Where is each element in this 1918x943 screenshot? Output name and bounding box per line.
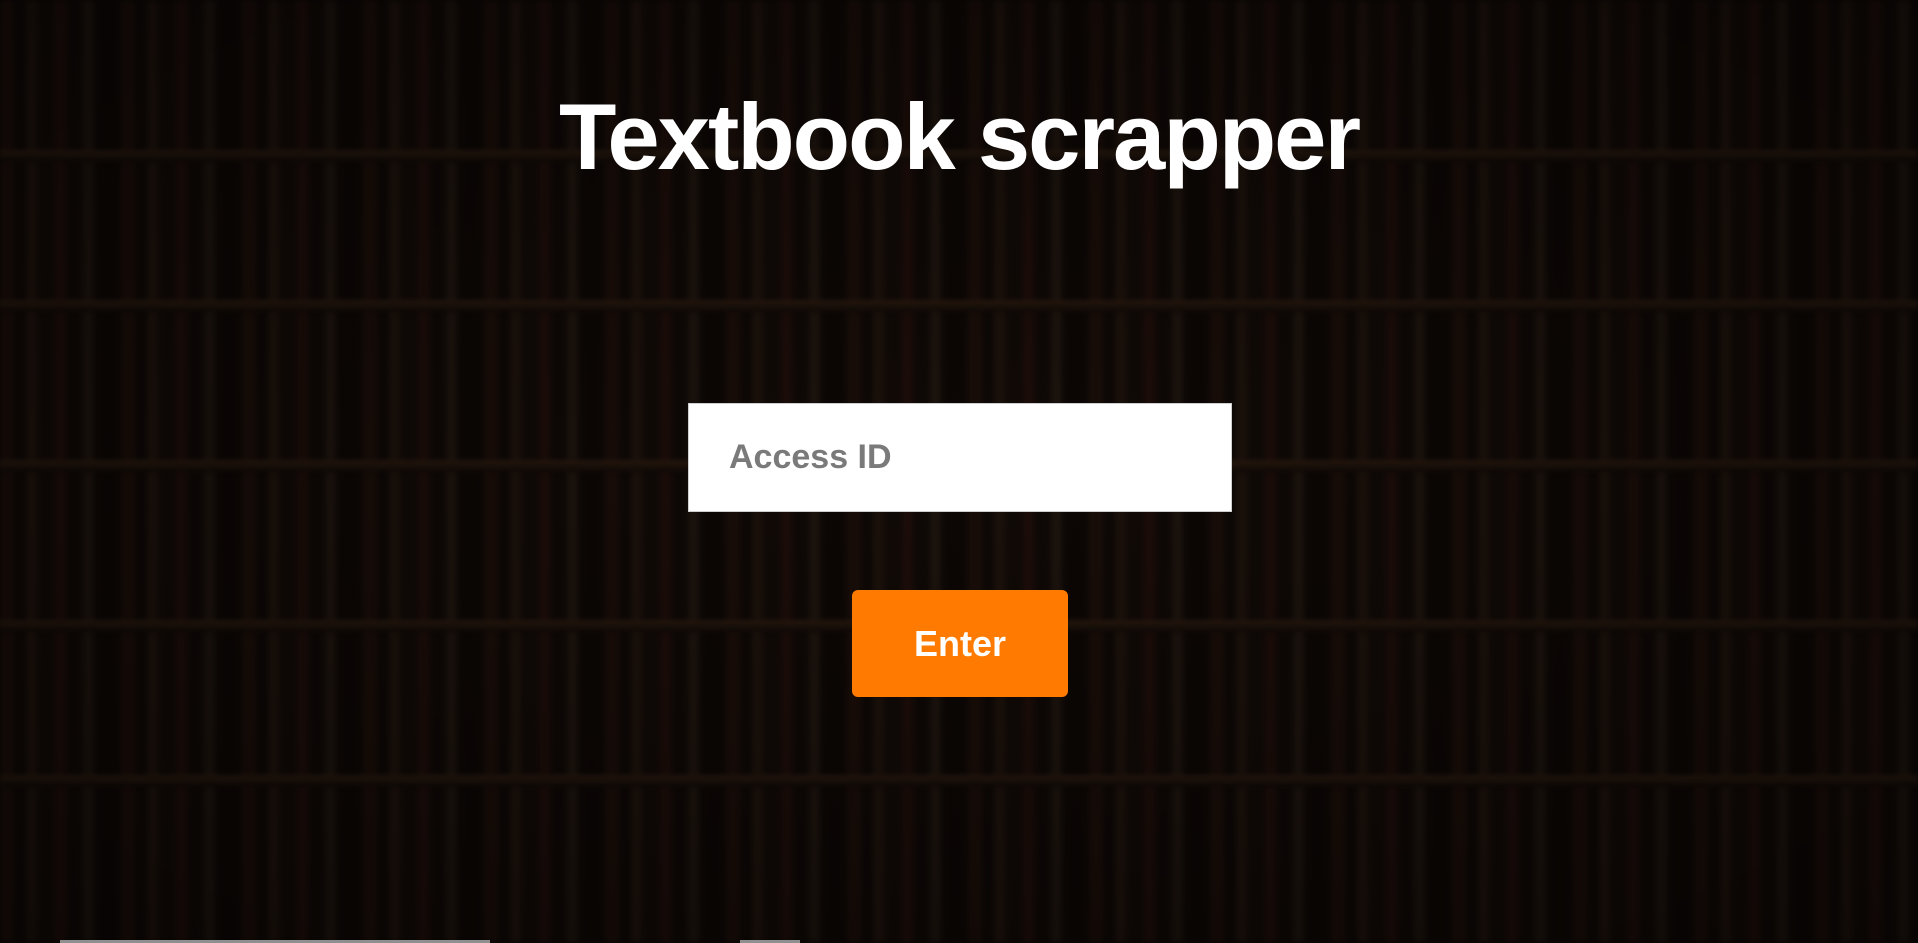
enter-button[interactable]: Enter [852, 590, 1068, 697]
access-id-input[interactable] [688, 403, 1232, 512]
page-title: Textbook scrapper [558, 84, 1361, 189]
main-content: Textbook scrapper Enter [0, 0, 1918, 943]
page: Textbook scrapper Enter [0, 0, 1918, 943]
